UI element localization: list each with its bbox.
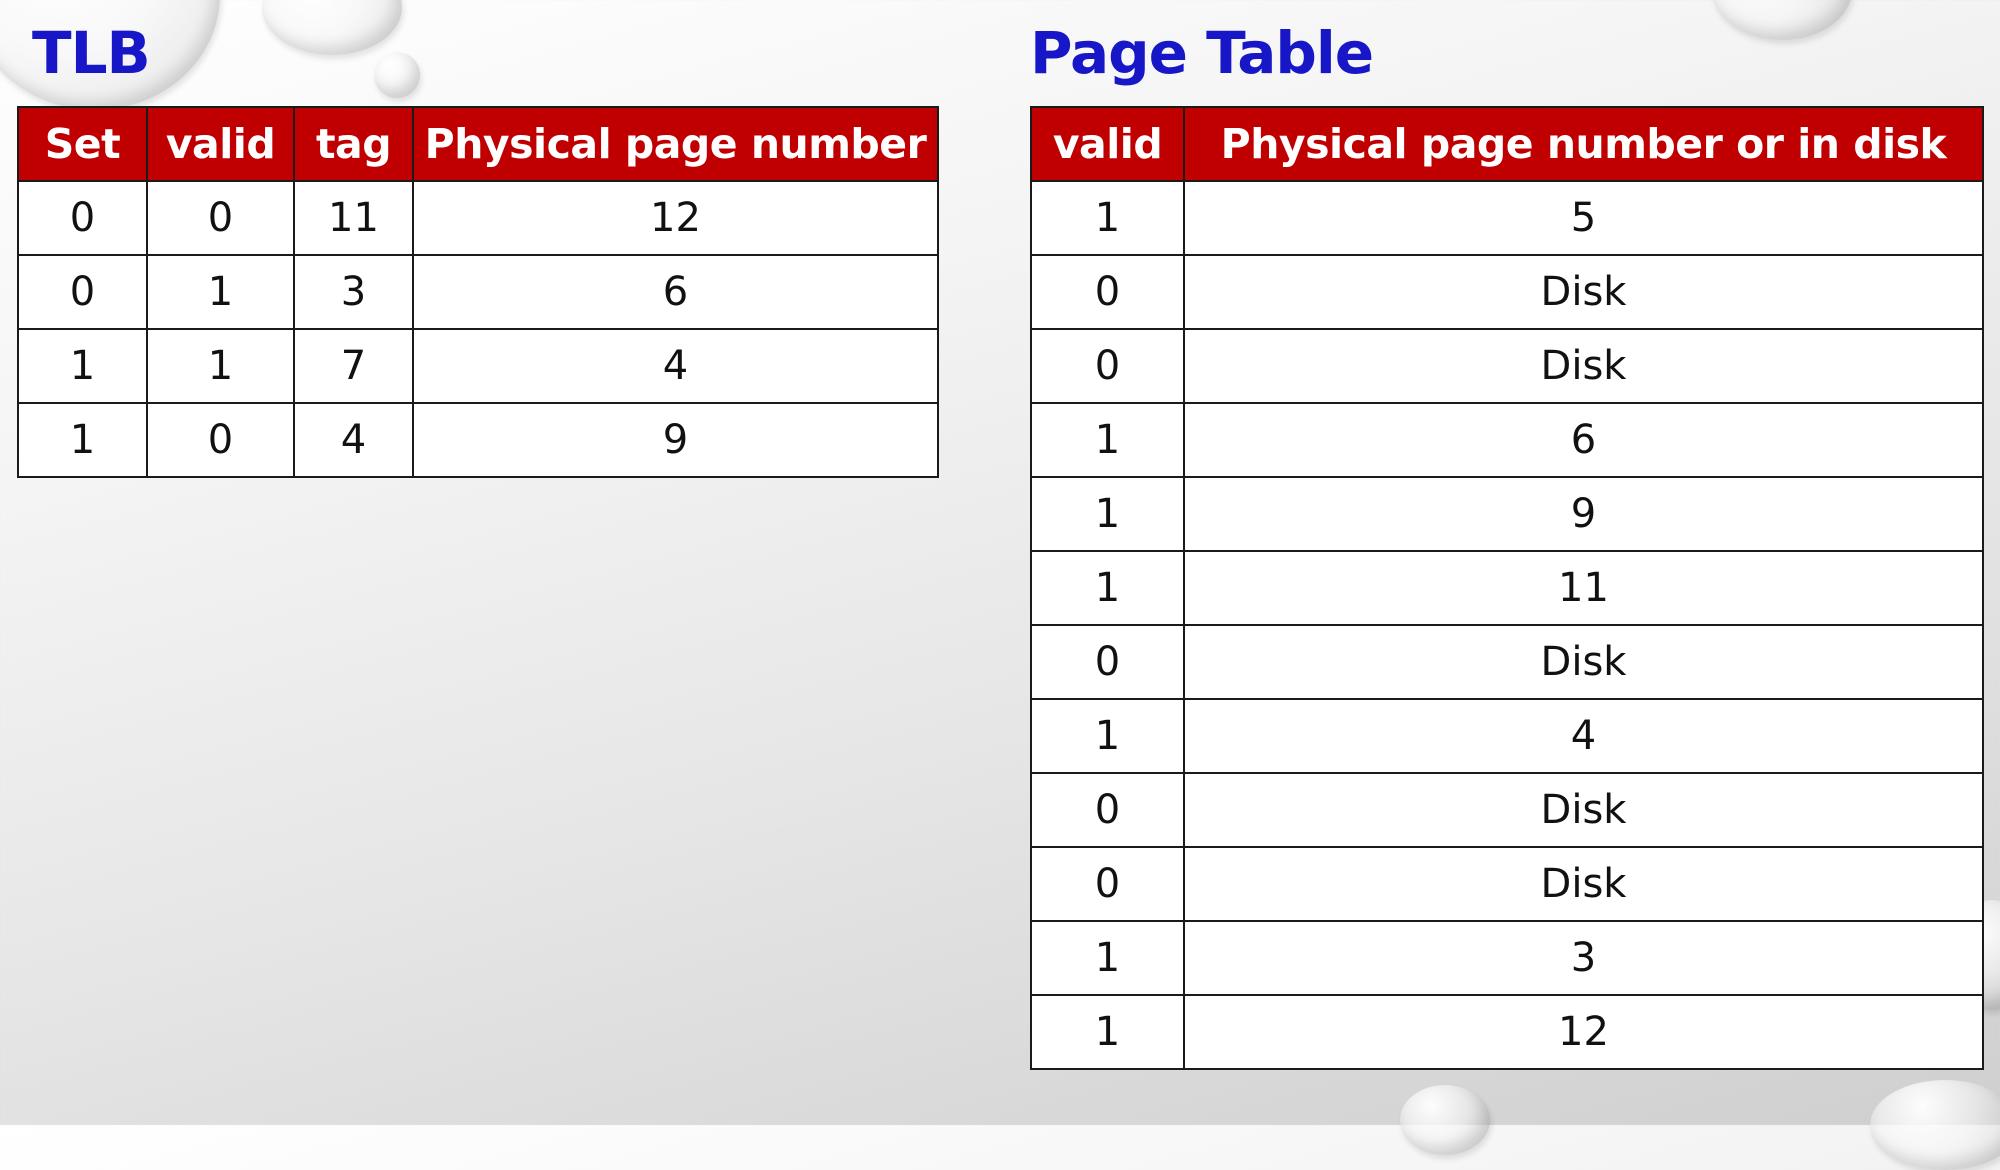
tlb-cell-tag: 4	[293, 402, 414, 478]
tlb-cell-set: 1	[17, 402, 148, 478]
page-table-cell-valid: 0	[1030, 772, 1185, 848]
page-table-cell-physical-page-or-disk: 9	[1183, 476, 1984, 552]
page-table-row: 0 Disk	[1030, 254, 1984, 330]
page-table-header-row: valid Physical page number or in disk	[1030, 106, 1984, 182]
page-table-title: Page Table	[1030, 19, 1374, 87]
page-table-cell-valid: 0	[1030, 846, 1185, 922]
page-table-cell-valid: 1	[1030, 476, 1185, 552]
tlb-table: Set valid tag Physical page number 0 0 11 1…	[17, 106, 939, 478]
tlb-row: 1174	[17, 328, 939, 404]
page-table-cell-valid: 1	[1030, 180, 1185, 256]
page-table-cell-physical-page-or-disk: 12	[1183, 994, 1984, 1070]
page-table-cell-valid: 1	[1030, 994, 1185, 1070]
tlb-cell-physical-page-number: 9	[412, 402, 939, 478]
page-table-row: 0 Disk	[1030, 772, 1984, 848]
page-table-cell-valid: 1	[1030, 698, 1185, 774]
page-table-cell-valid: 1	[1030, 550, 1185, 626]
tlb-row: 0 0 11 12	[17, 180, 939, 256]
tlb-cell-physical-page-number: 4	[412, 328, 939, 404]
page-table: valid Physical page number or in disk 15…	[1030, 106, 1984, 1070]
page-table-cell-physical-page-or-disk: 5	[1183, 180, 1984, 256]
tlb-cell-tag: 11	[293, 180, 414, 256]
tlb-cell-valid: 1	[146, 254, 295, 330]
water-drop-decoration	[374, 52, 420, 98]
page-table-cell-physical-page-or-disk: 11	[1183, 550, 1984, 626]
page-table-row: 1 12	[1030, 994, 1984, 1070]
page-table-header-valid: valid	[1030, 106, 1185, 182]
page-table-row: 16	[1030, 402, 1984, 478]
page-table-cell-valid: 0	[1030, 254, 1185, 330]
tlb-row: 0136	[17, 254, 939, 330]
page-table-cell-valid: 1	[1030, 920, 1185, 996]
page-table-cell-physical-page-or-disk: Disk	[1183, 254, 1984, 330]
page-table-cell-physical-page-or-disk: Disk	[1183, 624, 1984, 700]
tlb-row: 1049	[17, 402, 939, 478]
water-drop-decoration	[1870, 1080, 2000, 1170]
page-table-cell-valid: 0	[1030, 624, 1185, 700]
water-drop-decoration	[262, 0, 402, 55]
page-table-row: 0 Disk	[1030, 328, 1984, 404]
tlb-cell-set: 0	[17, 180, 148, 256]
tlb-cell-valid: 0	[146, 402, 295, 478]
page-table-cell-physical-page-or-disk: 6	[1183, 402, 1984, 478]
tlb-cell-physical-page-number: 6	[412, 254, 939, 330]
tlb-header-valid: valid	[146, 106, 295, 182]
page-table-cell-valid: 0	[1030, 328, 1185, 404]
tlb-title: TLB	[32, 19, 151, 87]
page-table-row: 0 Disk	[1030, 846, 1984, 922]
page-table-cell-physical-page-or-disk: Disk	[1183, 772, 1984, 848]
tlb-header-tag: tag	[293, 106, 414, 182]
page-table-cell-physical-page-or-disk: Disk	[1183, 846, 1984, 922]
tlb-cell-set: 0	[17, 254, 148, 330]
page-table-cell-physical-page-or-disk: 3	[1183, 920, 1984, 996]
page-table-cell-physical-page-or-disk: Disk	[1183, 328, 1984, 404]
tlb-header-row: Set valid tag Physical page number	[17, 106, 939, 182]
page-table-row: 0 Disk	[1030, 624, 1984, 700]
tlb-cell-valid: 0	[146, 180, 295, 256]
tlb-header-physical-page-number: Physical page number	[412, 106, 939, 182]
tlb-cell-tag: 3	[293, 254, 414, 330]
page-table-row: 15	[1030, 180, 1984, 256]
page-table-cell-physical-page-or-disk: 4	[1183, 698, 1984, 774]
page-table-header-physical-page-or-disk: Physical page number or in disk	[1183, 106, 1984, 182]
tlb-cell-valid: 1	[146, 328, 295, 404]
page-table-row: 13	[1030, 920, 1984, 996]
page-table-cell-valid: 1	[1030, 402, 1185, 478]
tlb-header-set: Set	[17, 106, 148, 182]
tlb-cell-physical-page-number: 12	[412, 180, 939, 256]
page-table-row: 14	[1030, 698, 1984, 774]
tlb-cell-tag: 7	[293, 328, 414, 404]
tlb-cell-set: 1	[17, 328, 148, 404]
page-table-row: 19	[1030, 476, 1984, 552]
water-drop-decoration	[1400, 1085, 1490, 1155]
water-drop-decoration	[1712, 0, 1852, 40]
page-table-row: 1 11	[1030, 550, 1984, 626]
